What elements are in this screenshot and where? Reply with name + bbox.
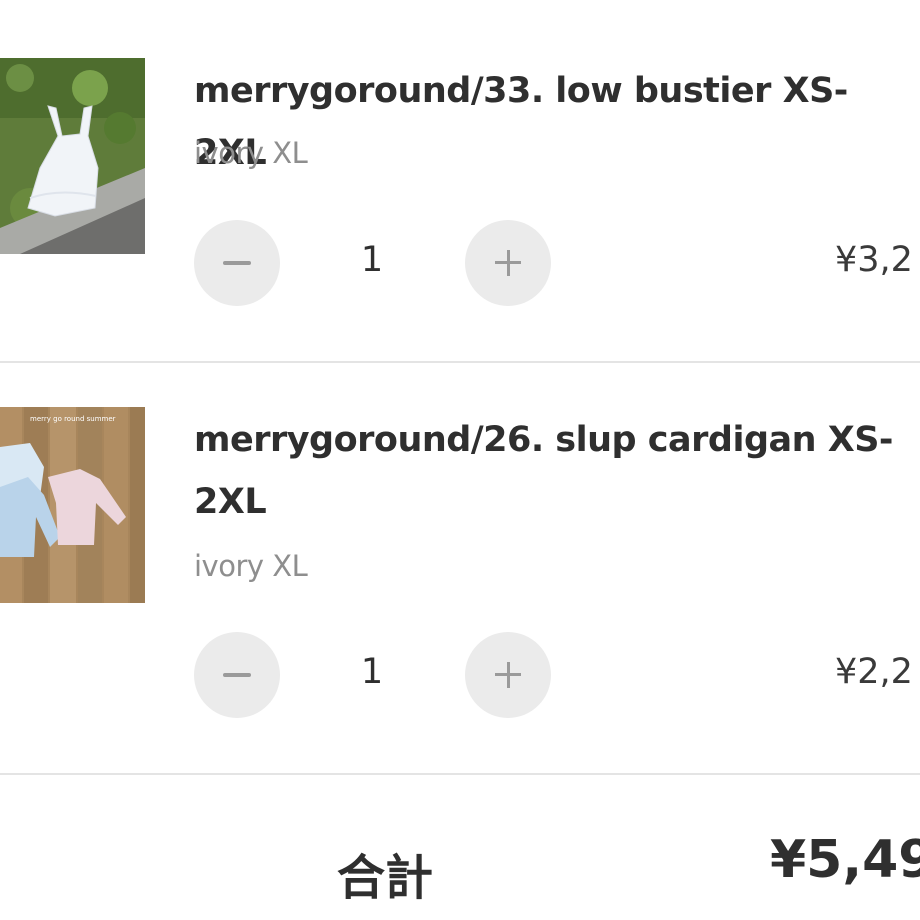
product-variant: ivory XL: [194, 549, 308, 583]
cart-page: merrygoround/33. low bustier XS-2XL ivor…: [0, 0, 920, 920]
item-price: ¥2,2: [835, 652, 913, 692]
photo-caption: merry go round summer: [30, 415, 116, 423]
decrease-quantity-button[interactable]: [194, 632, 280, 718]
product-thumbnail[interactable]: merry go round summer: [0, 407, 145, 603]
quantity-value: 1: [360, 652, 384, 692]
product-name-line: merrygoround/26. slup cardigan XS-: [194, 420, 893, 460]
total-label: 合計: [337, 850, 434, 906]
decrease-quantity-button[interactable]: [194, 220, 280, 306]
cart-item: merry go round summer merrygoround/26. s…: [0, 363, 920, 773]
minus-icon: [223, 673, 251, 677]
cardigan-photo: merry go round summer: [0, 407, 145, 603]
product-name[interactable]: merrygoround/26. slup cardigan XS- 2XL: [194, 409, 894, 533]
increase-quantity-button[interactable]: [465, 632, 551, 718]
minus-icon: [223, 261, 251, 265]
item-price: ¥3,2: [835, 240, 913, 280]
product-name-line: 2XL: [194, 482, 267, 522]
cart-item: merrygoround/33. low bustier XS-2XL ivor…: [0, 0, 920, 362]
product-variant: ivory XL: [194, 136, 308, 170]
quantity-value: 1: [360, 240, 384, 280]
product-thumbnail[interactable]: [0, 58, 145, 254]
total-value: ¥5,49: [770, 830, 920, 890]
increase-quantity-button[interactable]: [465, 220, 551, 306]
bustier-photo: [0, 58, 145, 254]
total-divider: [0, 773, 920, 775]
